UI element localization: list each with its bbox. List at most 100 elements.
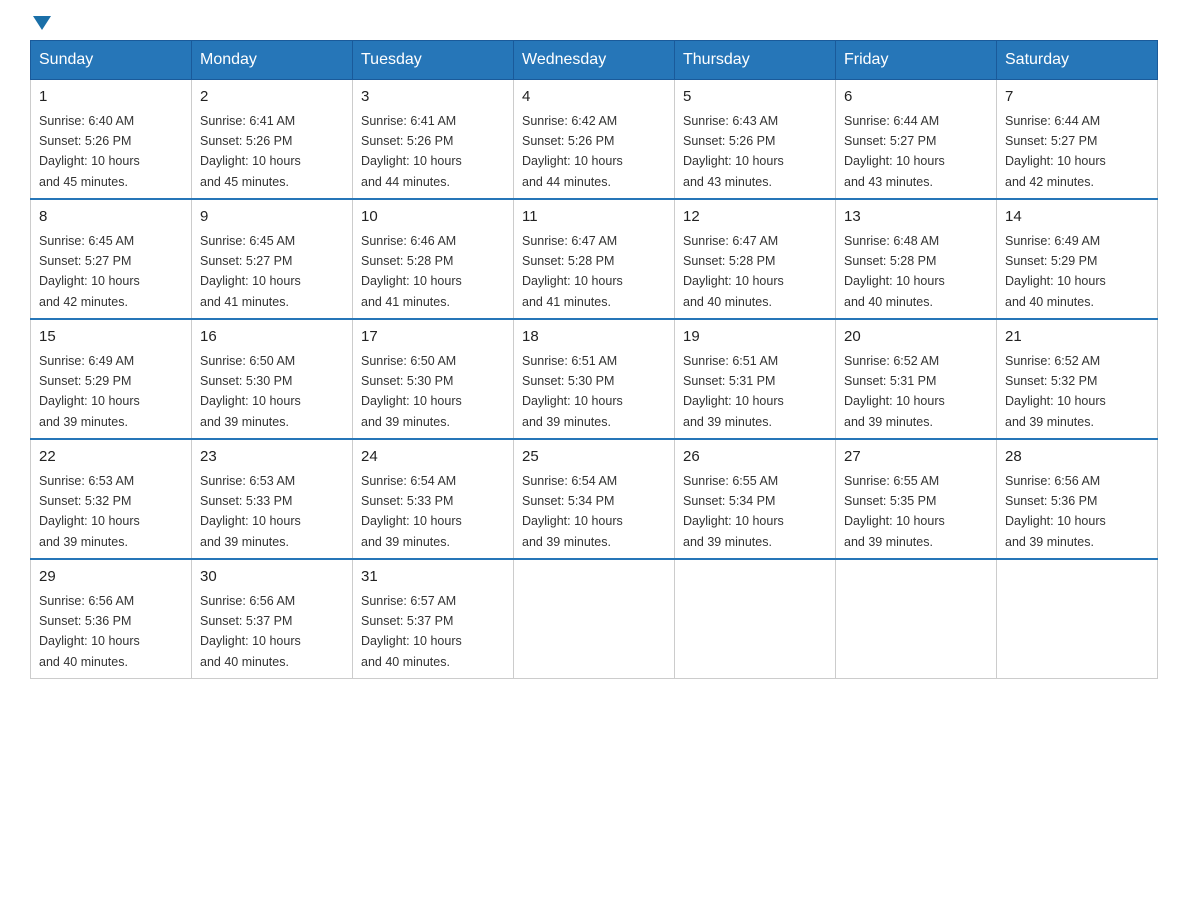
day-info: Sunrise: 6:46 AMSunset: 5:28 PMDaylight:… [361, 234, 462, 309]
day-info: Sunrise: 6:49 AMSunset: 5:29 PMDaylight:… [1005, 234, 1106, 309]
logo-triangle-icon [33, 16, 51, 30]
weekday-header-friday: Friday [836, 41, 997, 80]
calendar-table: SundayMondayTuesdayWednesdayThursdayFrid… [30, 40, 1158, 679]
calendar-cell: 12 Sunrise: 6:47 AMSunset: 5:28 PMDaylig… [675, 199, 836, 319]
day-info: Sunrise: 6:51 AMSunset: 5:30 PMDaylight:… [522, 354, 623, 429]
day-info: Sunrise: 6:41 AMSunset: 5:26 PMDaylight:… [200, 114, 301, 189]
day-info: Sunrise: 6:52 AMSunset: 5:31 PMDaylight:… [844, 354, 945, 429]
weekday-header-saturday: Saturday [997, 41, 1158, 80]
calendar-cell: 24 Sunrise: 6:54 AMSunset: 5:33 PMDaylig… [353, 439, 514, 559]
calendar-cell: 9 Sunrise: 6:45 AMSunset: 5:27 PMDayligh… [192, 199, 353, 319]
day-info: Sunrise: 6:47 AMSunset: 5:28 PMDaylight:… [683, 234, 784, 309]
calendar-cell: 29 Sunrise: 6:56 AMSunset: 5:36 PMDaylig… [31, 559, 192, 679]
calendar-cell: 23 Sunrise: 6:53 AMSunset: 5:33 PMDaylig… [192, 439, 353, 559]
calendar-cell [997, 559, 1158, 679]
day-number: 1 [39, 86, 183, 109]
weekday-header-row: SundayMondayTuesdayWednesdayThursdayFrid… [31, 41, 1158, 80]
day-info: Sunrise: 6:51 AMSunset: 5:31 PMDaylight:… [683, 354, 784, 429]
day-info: Sunrise: 6:52 AMSunset: 5:32 PMDaylight:… [1005, 354, 1106, 429]
calendar-cell: 28 Sunrise: 6:56 AMSunset: 5:36 PMDaylig… [997, 439, 1158, 559]
day-number: 7 [1005, 86, 1149, 109]
day-number: 25 [522, 446, 666, 469]
day-info: Sunrise: 6:55 AMSunset: 5:35 PMDaylight:… [844, 474, 945, 549]
day-number: 24 [361, 446, 505, 469]
day-info: Sunrise: 6:44 AMSunset: 5:27 PMDaylight:… [844, 114, 945, 189]
day-info: Sunrise: 6:54 AMSunset: 5:34 PMDaylight:… [522, 474, 623, 549]
calendar-cell: 14 Sunrise: 6:49 AMSunset: 5:29 PMDaylig… [997, 199, 1158, 319]
page-header [30, 20, 1158, 30]
calendar-cell: 18 Sunrise: 6:51 AMSunset: 5:30 PMDaylig… [514, 319, 675, 439]
day-number: 12 [683, 206, 827, 229]
calendar-cell [514, 559, 675, 679]
calendar-cell: 17 Sunrise: 6:50 AMSunset: 5:30 PMDaylig… [353, 319, 514, 439]
calendar-cell [675, 559, 836, 679]
day-number: 6 [844, 86, 988, 109]
day-number: 11 [522, 206, 666, 229]
day-number: 4 [522, 86, 666, 109]
day-info: Sunrise: 6:53 AMSunset: 5:32 PMDaylight:… [39, 474, 140, 549]
day-info: Sunrise: 6:44 AMSunset: 5:27 PMDaylight:… [1005, 114, 1106, 189]
calendar-cell: 11 Sunrise: 6:47 AMSunset: 5:28 PMDaylig… [514, 199, 675, 319]
calendar-cell: 2 Sunrise: 6:41 AMSunset: 5:26 PMDayligh… [192, 80, 353, 200]
day-info: Sunrise: 6:42 AMSunset: 5:26 PMDaylight:… [522, 114, 623, 189]
day-number: 18 [522, 326, 666, 349]
day-number: 21 [1005, 326, 1149, 349]
day-info: Sunrise: 6:45 AMSunset: 5:27 PMDaylight:… [200, 234, 301, 309]
day-number: 22 [39, 446, 183, 469]
calendar-cell: 26 Sunrise: 6:55 AMSunset: 5:34 PMDaylig… [675, 439, 836, 559]
calendar-cell: 31 Sunrise: 6:57 AMSunset: 5:37 PMDaylig… [353, 559, 514, 679]
day-number: 9 [200, 206, 344, 229]
calendar-cell: 19 Sunrise: 6:51 AMSunset: 5:31 PMDaylig… [675, 319, 836, 439]
day-number: 15 [39, 326, 183, 349]
logo [30, 20, 51, 30]
calendar-cell: 21 Sunrise: 6:52 AMSunset: 5:32 PMDaylig… [997, 319, 1158, 439]
day-number: 31 [361, 566, 505, 589]
day-number: 28 [1005, 446, 1149, 469]
day-number: 13 [844, 206, 988, 229]
calendar-cell: 6 Sunrise: 6:44 AMSunset: 5:27 PMDayligh… [836, 80, 997, 200]
day-info: Sunrise: 6:49 AMSunset: 5:29 PMDaylight:… [39, 354, 140, 429]
calendar-cell [836, 559, 997, 679]
calendar-cell: 1 Sunrise: 6:40 AMSunset: 5:26 PMDayligh… [31, 80, 192, 200]
calendar-cell: 7 Sunrise: 6:44 AMSunset: 5:27 PMDayligh… [997, 80, 1158, 200]
weekday-header-monday: Monday [192, 41, 353, 80]
weekday-header-wednesday: Wednesday [514, 41, 675, 80]
day-info: Sunrise: 6:55 AMSunset: 5:34 PMDaylight:… [683, 474, 784, 549]
calendar-cell: 5 Sunrise: 6:43 AMSunset: 5:26 PMDayligh… [675, 80, 836, 200]
day-number: 8 [39, 206, 183, 229]
day-number: 17 [361, 326, 505, 349]
calendar-cell: 13 Sunrise: 6:48 AMSunset: 5:28 PMDaylig… [836, 199, 997, 319]
day-number: 29 [39, 566, 183, 589]
day-info: Sunrise: 6:48 AMSunset: 5:28 PMDaylight:… [844, 234, 945, 309]
week-row-4: 22 Sunrise: 6:53 AMSunset: 5:32 PMDaylig… [31, 439, 1158, 559]
day-info: Sunrise: 6:50 AMSunset: 5:30 PMDaylight:… [361, 354, 462, 429]
calendar-cell: 16 Sunrise: 6:50 AMSunset: 5:30 PMDaylig… [192, 319, 353, 439]
day-info: Sunrise: 6:56 AMSunset: 5:36 PMDaylight:… [1005, 474, 1106, 549]
calendar-cell: 22 Sunrise: 6:53 AMSunset: 5:32 PMDaylig… [31, 439, 192, 559]
day-info: Sunrise: 6:41 AMSunset: 5:26 PMDaylight:… [361, 114, 462, 189]
day-number: 2 [200, 86, 344, 109]
calendar-cell: 30 Sunrise: 6:56 AMSunset: 5:37 PMDaylig… [192, 559, 353, 679]
day-info: Sunrise: 6:54 AMSunset: 5:33 PMDaylight:… [361, 474, 462, 549]
week-row-2: 8 Sunrise: 6:45 AMSunset: 5:27 PMDayligh… [31, 199, 1158, 319]
day-info: Sunrise: 6:45 AMSunset: 5:27 PMDaylight:… [39, 234, 140, 309]
day-number: 26 [683, 446, 827, 469]
weekday-header-sunday: Sunday [31, 41, 192, 80]
week-row-1: 1 Sunrise: 6:40 AMSunset: 5:26 PMDayligh… [31, 80, 1158, 200]
calendar-cell: 25 Sunrise: 6:54 AMSunset: 5:34 PMDaylig… [514, 439, 675, 559]
day-number: 23 [200, 446, 344, 469]
day-info: Sunrise: 6:43 AMSunset: 5:26 PMDaylight:… [683, 114, 784, 189]
calendar-cell: 15 Sunrise: 6:49 AMSunset: 5:29 PMDaylig… [31, 319, 192, 439]
day-number: 14 [1005, 206, 1149, 229]
calendar-cell: 10 Sunrise: 6:46 AMSunset: 5:28 PMDaylig… [353, 199, 514, 319]
day-number: 30 [200, 566, 344, 589]
day-number: 20 [844, 326, 988, 349]
day-number: 5 [683, 86, 827, 109]
week-row-5: 29 Sunrise: 6:56 AMSunset: 5:36 PMDaylig… [31, 559, 1158, 679]
day-info: Sunrise: 6:47 AMSunset: 5:28 PMDaylight:… [522, 234, 623, 309]
weekday-header-thursday: Thursday [675, 41, 836, 80]
day-info: Sunrise: 6:40 AMSunset: 5:26 PMDaylight:… [39, 114, 140, 189]
day-number: 3 [361, 86, 505, 109]
calendar-cell: 4 Sunrise: 6:42 AMSunset: 5:26 PMDayligh… [514, 80, 675, 200]
week-row-3: 15 Sunrise: 6:49 AMSunset: 5:29 PMDaylig… [31, 319, 1158, 439]
